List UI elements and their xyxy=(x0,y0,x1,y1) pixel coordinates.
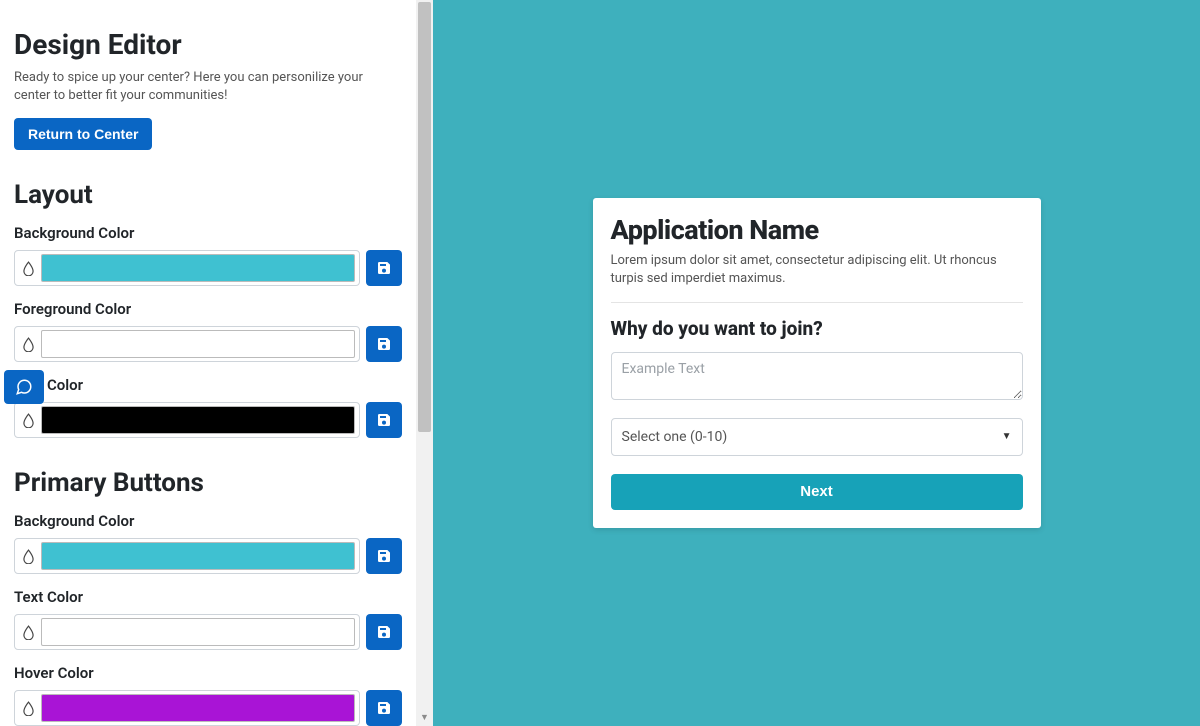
preview-panel: Application Name Lorem ipsum dolor sit a… xyxy=(433,0,1200,726)
color-swatch xyxy=(41,542,355,570)
save-color-button[interactable] xyxy=(366,402,402,438)
editor-content: Design Editor Ready to spice up your cen… xyxy=(0,0,416,726)
answer-textarea[interactable] xyxy=(611,352,1023,400)
card-lead: Lorem ipsum dolor sit amet, consectetur … xyxy=(611,252,1023,287)
color-swatch xyxy=(41,330,355,358)
color-input-layout-text[interactable] xyxy=(14,402,360,438)
color-swatch xyxy=(41,694,355,722)
feedback-chat-tab[interactable] xyxy=(4,370,44,404)
card-divider xyxy=(611,302,1023,303)
label-pb-text: Text Color xyxy=(14,588,402,606)
save-color-button[interactable] xyxy=(366,614,402,650)
eyedropper-icon xyxy=(19,623,37,641)
question-heading: Why do you want to join? xyxy=(611,317,1023,340)
card-title: Application Name xyxy=(611,214,1023,246)
color-field-pb-hover xyxy=(14,690,402,726)
eyedropper-icon xyxy=(19,411,37,429)
next-button[interactable]: Next xyxy=(611,474,1023,510)
color-input-pb-text[interactable] xyxy=(14,614,360,650)
scroll-down-arrow-icon[interactable]: ▼ xyxy=(416,709,433,726)
editor-scrollbar[interactable]: ▲ ▼ xyxy=(416,0,433,726)
save-color-button[interactable] xyxy=(366,690,402,726)
section-heading-layout: Layout xyxy=(14,180,402,210)
label-pb-hover: Hover Color xyxy=(14,664,402,682)
eyedropper-icon xyxy=(19,547,37,565)
eyedropper-icon xyxy=(19,699,37,717)
color-field-layout-bg xyxy=(14,250,402,286)
editor-title: Design Editor xyxy=(14,28,402,61)
label-pb-bg: Background Color xyxy=(14,512,402,530)
eyedropper-icon xyxy=(19,259,37,277)
chat-icon xyxy=(15,378,33,396)
save-color-button[interactable] xyxy=(366,326,402,362)
color-input-pb-hover[interactable] xyxy=(14,690,360,726)
save-color-button[interactable] xyxy=(366,538,402,574)
editor-subtitle: Ready to spice up your center? Here you … xyxy=(14,69,394,104)
color-input-pb-bg[interactable] xyxy=(14,538,360,574)
scrollbar-thumb[interactable] xyxy=(418,2,431,432)
eyedropper-icon xyxy=(19,335,37,353)
color-field-layout-text xyxy=(14,402,402,438)
color-field-pb-text xyxy=(14,614,402,650)
save-color-button[interactable] xyxy=(366,250,402,286)
editor-panel: Design Editor Ready to spice up your cen… xyxy=(0,0,433,726)
color-swatch xyxy=(41,254,355,282)
select-placeholder: Select one (0-10) xyxy=(622,429,728,445)
color-field-pb-bg xyxy=(14,538,402,574)
color-swatch xyxy=(41,406,355,434)
application-card: Application Name Lorem ipsum dolor sit a… xyxy=(593,198,1041,527)
color-input-layout-fg[interactable] xyxy=(14,326,360,362)
section-heading-primary-buttons: Primary Buttons xyxy=(14,468,402,498)
chevron-down-icon: ▼ xyxy=(1002,431,1012,442)
label-layout-text: Text Color xyxy=(14,376,402,394)
color-swatch xyxy=(41,618,355,646)
color-input-layout-bg[interactable] xyxy=(14,250,360,286)
color-field-layout-fg xyxy=(14,326,402,362)
label-layout-fg: Foreground Color xyxy=(14,300,402,318)
rating-select[interactable]: Select one (0-10) ▼ xyxy=(611,418,1023,456)
return-to-center-button[interactable]: Return to Center xyxy=(14,118,152,150)
label-layout-bg: Background Color xyxy=(14,224,402,242)
